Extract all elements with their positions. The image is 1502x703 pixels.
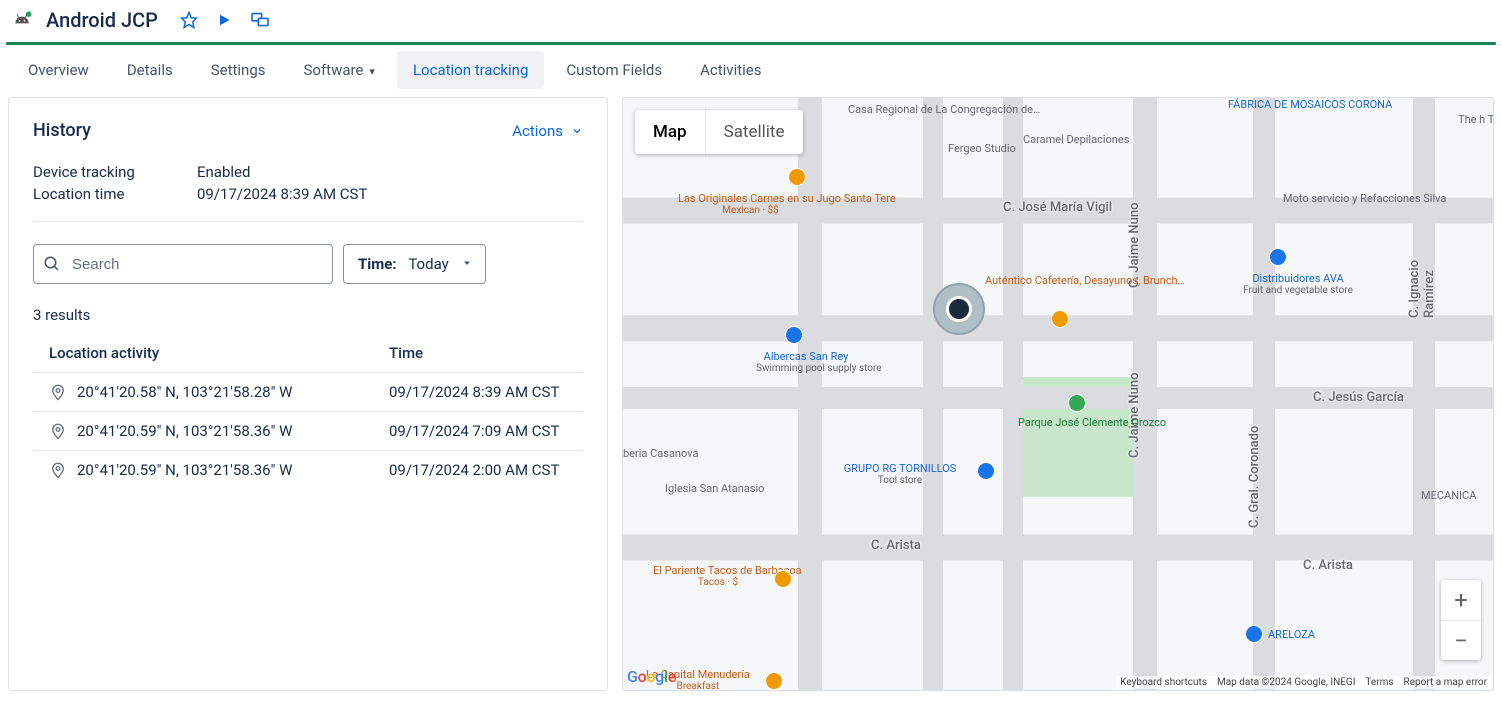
history-table: Location activity Time 20°41'20.58" N, 1… bbox=[33, 334, 583, 489]
col-location: Location activity bbox=[33, 334, 373, 373]
screens-icon[interactable] bbox=[250, 12, 270, 28]
map-pin-icon bbox=[49, 461, 67, 479]
poi-label: Iglesia San Atanasio bbox=[665, 482, 764, 495]
poi-icon bbox=[788, 168, 806, 186]
results-count: 3 results bbox=[33, 306, 583, 324]
device-tracking-value: Enabled bbox=[197, 163, 250, 181]
poi-label: Auténtico Cafetería, Desayunos, Brunch… bbox=[985, 274, 1105, 287]
tab-custom-fields[interactable]: Custom Fields bbox=[550, 51, 678, 89]
poi-label: Caramel Depilaciones bbox=[1023, 133, 1129, 146]
map-pin-icon bbox=[49, 422, 67, 440]
terms-link[interactable]: Terms bbox=[1365, 677, 1393, 688]
current-location-marker bbox=[933, 283, 985, 335]
android-icon bbox=[12, 9, 32, 31]
road-label: C. Jesús García bbox=[1313, 390, 1404, 405]
poi-label: Fergeo Studio bbox=[948, 142, 1016, 155]
poi-label: beria Casanova bbox=[623, 447, 698, 460]
road-label: C. Ignacio Ramírez bbox=[1407, 232, 1437, 318]
poi-icon bbox=[1269, 248, 1287, 266]
search-icon bbox=[43, 255, 61, 273]
caret-down-icon bbox=[461, 255, 473, 273]
location-time-row: Location time 09/17/2024 8:39 AM CST bbox=[33, 185, 583, 203]
map-type-control: Map Satellite bbox=[635, 110, 803, 154]
map[interactable]: C. José María Vigil C. Jesús García C. A… bbox=[622, 97, 1494, 691]
divider bbox=[33, 221, 583, 222]
map-type-satellite[interactable]: Satellite bbox=[705, 110, 803, 154]
location-time-value: 09/17/2024 8:39 AM CST bbox=[197, 185, 367, 203]
report-error-link[interactable]: Report a map error bbox=[1404, 677, 1487, 688]
page-title: Android JCP bbox=[46, 8, 158, 32]
poi-icon bbox=[977, 462, 995, 480]
chevron-down-icon bbox=[571, 125, 583, 137]
poi-icon bbox=[765, 672, 783, 690]
search-input[interactable] bbox=[33, 244, 333, 284]
map-type-map[interactable]: Map bbox=[635, 110, 705, 154]
col-time: Time bbox=[373, 334, 583, 373]
table-row[interactable]: 20°41'20.59" N, 103°21'58.36" W 09/17/20… bbox=[33, 451, 583, 490]
tab-details[interactable]: Details bbox=[111, 51, 189, 89]
tab-software[interactable]: Software▾ bbox=[288, 51, 391, 89]
poi-label: Las Originales Carnes en su Jugo Santa T… bbox=[678, 192, 823, 216]
zoom-in-button[interactable]: + bbox=[1441, 580, 1481, 620]
poi-label: The h Tattoo bbox=[1458, 113, 1494, 126]
road-label: C. José María Vigil bbox=[1003, 200, 1112, 215]
road-label: C. Arista bbox=[1303, 558, 1353, 573]
poi-icon bbox=[774, 570, 792, 588]
tab-activities[interactable]: Activities bbox=[684, 51, 777, 89]
poi-icon bbox=[1245, 625, 1263, 643]
device-tracking-row: Device tracking Enabled bbox=[33, 163, 583, 181]
poi-label: Distribuidores AVAFruit and vegetable st… bbox=[1238, 272, 1358, 296]
poi-label: El Pariente Tacos de BarbacoaTacos · $ bbox=[653, 564, 783, 588]
tab-overview[interactable]: Overview bbox=[12, 51, 105, 89]
page-header: Android JCP bbox=[0, 0, 1502, 42]
road-label: C. Gral. Coronado bbox=[1247, 426, 1262, 528]
poi-icon bbox=[1068, 394, 1086, 412]
zoom-control: + − bbox=[1441, 580, 1481, 660]
chevron-down-icon: ▾ bbox=[369, 65, 375, 78]
table-row[interactable]: 20°41'20.58" N, 103°21'58.28" W 09/17/20… bbox=[33, 373, 583, 412]
poi-label: ARELOZA bbox=[1268, 628, 1315, 641]
zoom-out-button[interactable]: − bbox=[1441, 620, 1481, 660]
tab-settings[interactable]: Settings bbox=[195, 51, 282, 89]
poi-label: Moto servicio y Refacciones Silva bbox=[1283, 192, 1403, 205]
panel-title: History bbox=[33, 120, 91, 141]
search-field[interactable] bbox=[33, 244, 333, 284]
map-attribution: Keyboard shortcuts Map data ©2024 Google… bbox=[1116, 676, 1491, 689]
poi-icon bbox=[1051, 310, 1069, 328]
actions-dropdown[interactable]: Actions bbox=[512, 122, 583, 140]
map-pin-icon bbox=[49, 383, 67, 401]
poi-label: GRUPO RG TORNILLOSTool store bbox=[835, 462, 965, 486]
poi-label: Parque José Clemente Orozco bbox=[1018, 416, 1118, 429]
play-icon[interactable] bbox=[216, 12, 232, 28]
poi-label: MECANICA bbox=[1421, 489, 1476, 502]
poi-label: Casa Regional de La Congregación de… bbox=[848, 103, 978, 116]
tab-location-tracking[interactable]: Location tracking bbox=[397, 51, 544, 89]
poi-label: Albercas San ReySwimming pool supply sto… bbox=[756, 350, 856, 374]
time-filter[interactable]: Time: Today bbox=[343, 244, 486, 284]
tabs: Overview Details Settings Software▾ Loca… bbox=[0, 45, 1502, 93]
table-row[interactable]: 20°41'20.59" N, 103°21'58.36" W 09/17/20… bbox=[33, 412, 583, 451]
poi-label: FÁBRICA DE MOSAICOS CORONA bbox=[1228, 98, 1358, 111]
road-label: C. Arista bbox=[871, 538, 921, 553]
keyboard-shortcuts-link[interactable]: Keyboard shortcuts bbox=[1120, 677, 1207, 688]
poi-icon bbox=[785, 326, 803, 344]
google-logo: Google bbox=[627, 667, 676, 686]
star-icon[interactable] bbox=[180, 11, 198, 29]
history-panel: History Actions Device tracking Enabled … bbox=[8, 97, 608, 691]
